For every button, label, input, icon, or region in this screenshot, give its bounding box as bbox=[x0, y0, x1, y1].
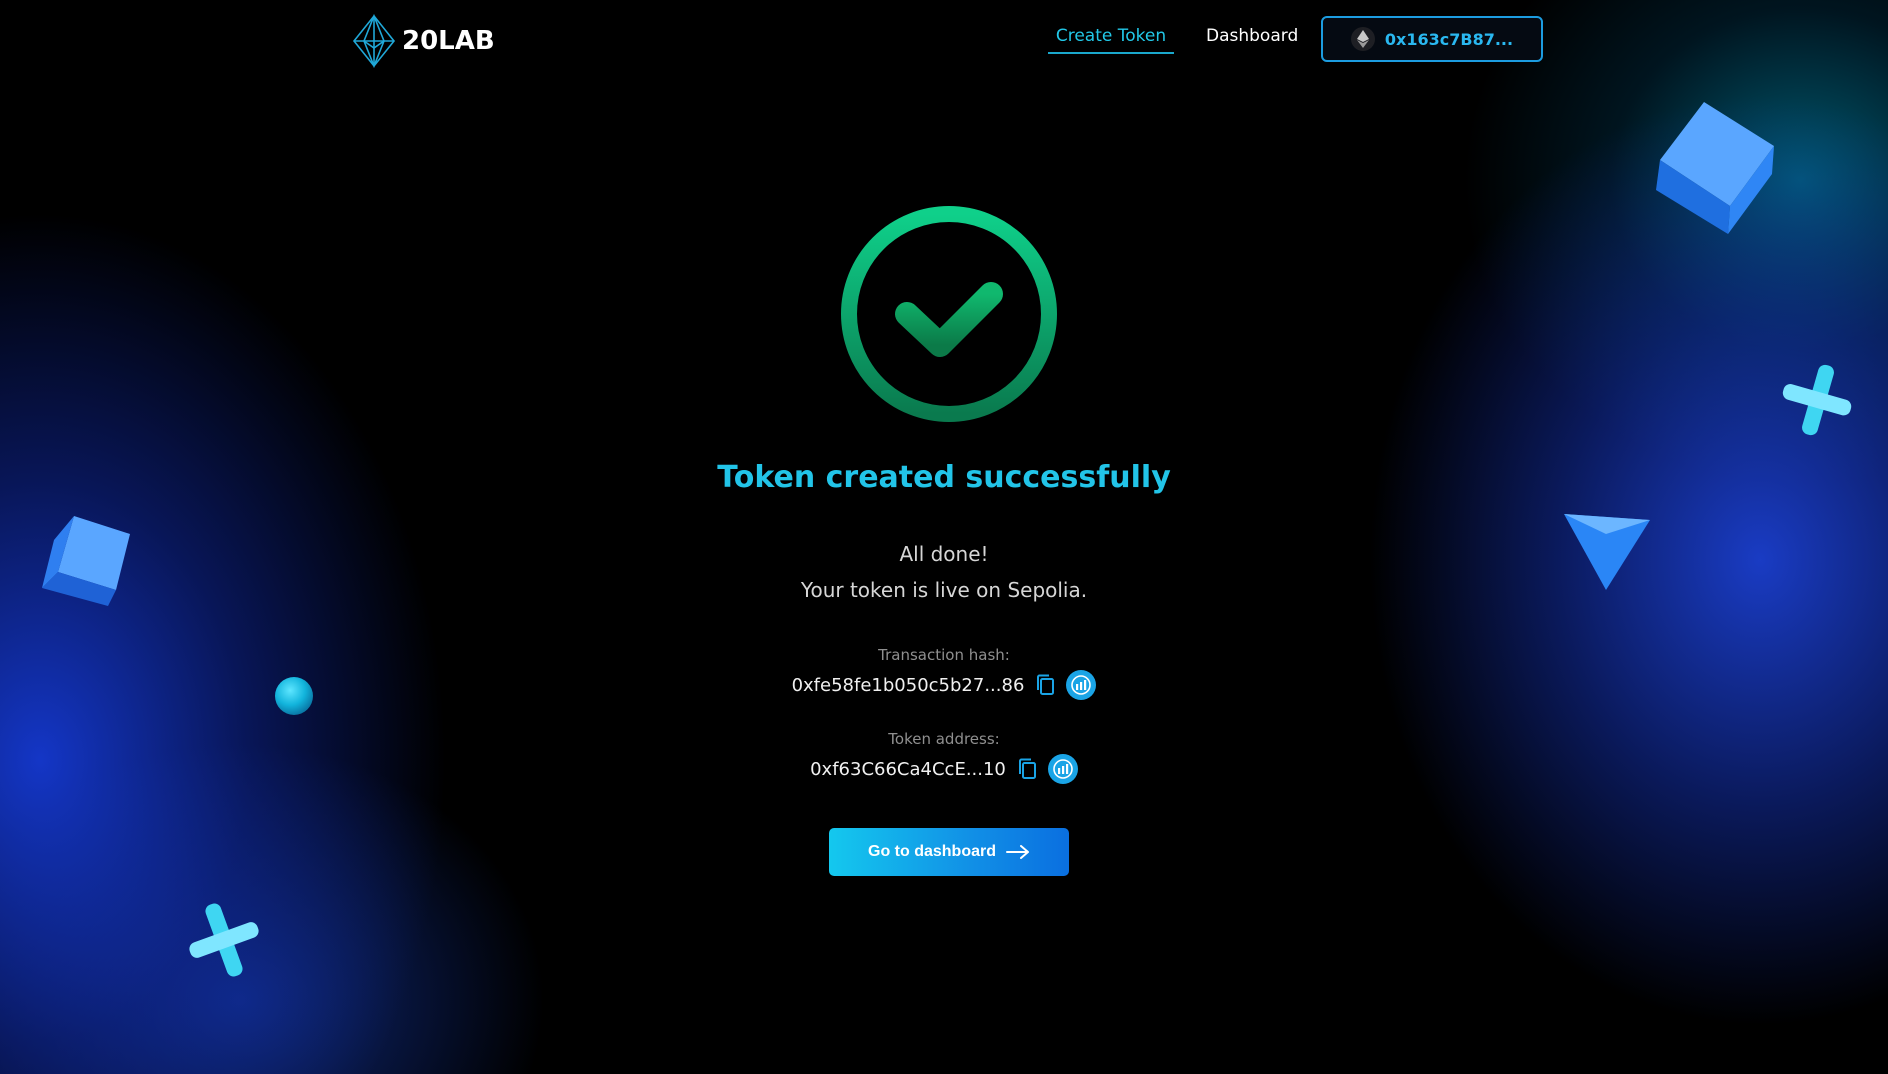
wallet-address: 0x163c7B87... bbox=[1384, 29, 1514, 49]
success-check-icon bbox=[839, 204, 1059, 424]
nav-dashboard[interactable]: Dashboard bbox=[1206, 26, 1298, 46]
page: 20LAB Create Token Dashboard 0x163c7B87.… bbox=[0, 0, 1888, 1074]
transaction-hash-value: 0xfe58fe1b050c5b27...86 bbox=[791, 674, 1025, 696]
arrow-right-icon bbox=[1006, 845, 1029, 859]
etherscan-icon[interactable] bbox=[1047, 754, 1078, 784]
logo-diamond-icon bbox=[352, 14, 396, 68]
cube-decoration-top-right bbox=[1656, 102, 1774, 234]
transaction-hash-row: 0xfe58fe1b050c5b27...86 bbox=[0, 670, 1888, 700]
token-address-row: 0xf63C66Ca4CcE...10 bbox=[0, 754, 1888, 784]
cross-decoration-right bbox=[1782, 364, 1852, 436]
copy-icon[interactable] bbox=[1016, 757, 1038, 781]
ethereum-icon bbox=[1350, 27, 1375, 51]
success-message-line1: All done! bbox=[899, 542, 989, 566]
success-message-line2: Your token is live on Sepolia. bbox=[800, 578, 1088, 602]
logo-text: 20LAB bbox=[402, 26, 495, 56]
etherscan-icon[interactable] bbox=[1066, 670, 1097, 700]
top-navigation-bar: 20LAB Create Token Dashboard 0x163c7B87.… bbox=[0, 0, 1888, 80]
nav-create-token[interactable]: Create Token bbox=[1048, 26, 1174, 54]
page-title: Token created successfully bbox=[717, 460, 1171, 495]
token-address-label: Token address: bbox=[888, 730, 1000, 748]
transaction-hash-label: Transaction hash: bbox=[878, 646, 1010, 664]
go-to-dashboard-label: Go to dashboard bbox=[868, 843, 996, 860]
cross-decoration-bottom-left bbox=[189, 903, 259, 977]
copy-icon[interactable] bbox=[1034, 673, 1056, 697]
go-to-dashboard-button[interactable]: Go to dashboard bbox=[829, 828, 1069, 876]
logo[interactable]: 20LAB bbox=[352, 14, 495, 68]
token-address-value: 0xf63C66Ca4CcE...10 bbox=[810, 758, 1006, 780]
wallet-button[interactable]: 0x163c7B87... bbox=[1321, 16, 1543, 62]
